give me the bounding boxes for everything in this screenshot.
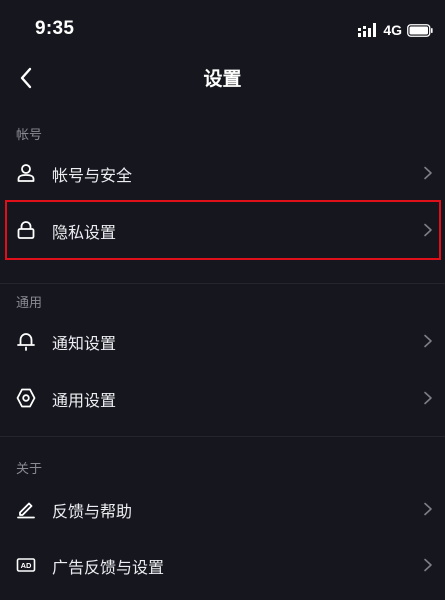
signal-bars-icon — [358, 23, 377, 37]
section-label-account: 帐号 — [16, 128, 43, 143]
lock-icon — [16, 220, 36, 240]
chevron-right-icon — [423, 502, 433, 516]
section-divider — [0, 436, 445, 437]
nav-bar: 设置 — [0, 58, 445, 98]
settings-item-feedback[interactable]: 反馈与帮助 — [0, 481, 445, 537]
pencil-icon — [16, 499, 36, 519]
page-title: 设置 — [203, 68, 242, 90]
settings-item-label: 反馈与帮助 — [52, 502, 133, 521]
section-label-general: 通用 — [16, 296, 43, 311]
chevron-right-icon — [423, 334, 433, 348]
ad-icon: AD — [16, 555, 36, 575]
settings-item-label: 帐号与安全 — [52, 166, 133, 185]
chevron-right-icon — [423, 391, 433, 405]
chevron-right-icon — [423, 558, 433, 572]
chevron-right-icon — [423, 166, 433, 180]
user-icon — [16, 163, 36, 183]
battery-icon — [407, 23, 433, 37]
section-divider — [0, 283, 445, 284]
settings-item-account-security[interactable]: 帐号与安全 — [0, 145, 445, 201]
svg-text:AD: AD — [21, 561, 32, 570]
settings-item-ad-feedback[interactable]: AD 广告反馈与设置 — [0, 537, 445, 593]
settings-item-label: 隐私设置 — [52, 223, 117, 242]
settings-item-general[interactable]: 通用设置 — [0, 370, 445, 426]
status-time: 9:35 — [35, 18, 75, 39]
settings-item-label: 通用设置 — [52, 391, 117, 410]
settings-item-notifications[interactable]: 通知设置 — [0, 313, 445, 369]
settings-item-label: 广告反馈与设置 — [52, 558, 165, 577]
status-indicators: 4G — [358, 22, 433, 38]
settings-item-label: 通知设置 — [52, 334, 117, 353]
bell-icon — [16, 331, 36, 351]
network-type: 4G — [383, 22, 402, 38]
status-bar: 9:35 4G — [0, 0, 445, 56]
section-label-about: 关于 — [16, 462, 43, 477]
gear-icon — [16, 388, 36, 408]
chevron-right-icon — [423, 223, 433, 237]
settings-item-privacy[interactable]: 隐私设置 — [0, 202, 445, 258]
